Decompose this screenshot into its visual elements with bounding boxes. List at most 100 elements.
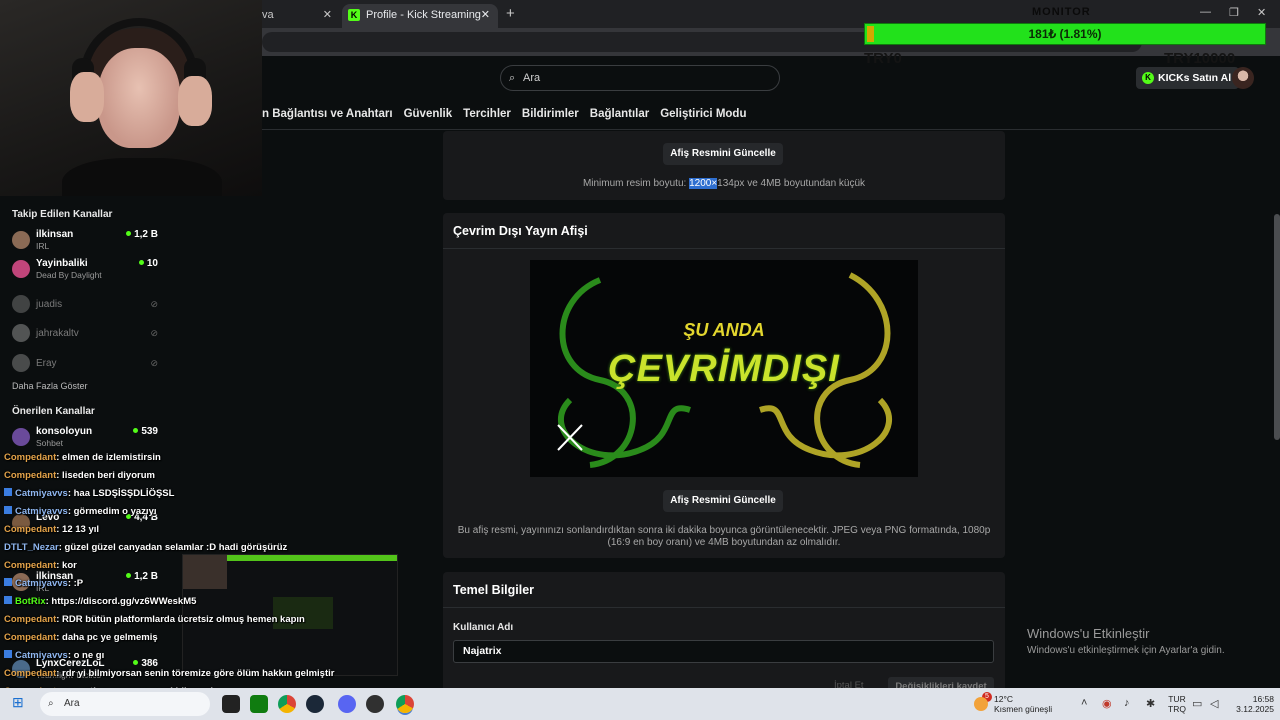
minimize-icon[interactable]: — <box>1200 6 1211 18</box>
steam-icon[interactable] <box>306 695 324 713</box>
bluetooth-icon[interactable]: ✱ <box>1146 697 1155 710</box>
weather-text: Kısmen güneşli <box>994 704 1053 714</box>
panel-divider <box>443 607 1005 608</box>
security-icon[interactable]: ◉ <box>1102 697 1112 710</box>
chat-message: Compedant: elmen de izlemistirsin <box>4 452 161 463</box>
followed-channel[interactable]: jahrakaltv ⊘ <box>12 322 162 346</box>
chat-username[interactable]: Catmiyavvs <box>15 650 68 661</box>
chat-badge-icon <box>4 578 12 586</box>
windows-activation-watermark: Windows'u Etkinleştir Windows'u etkinleş… <box>1027 626 1225 656</box>
browser-tab-previous[interactable]: va ✕ <box>254 4 340 28</box>
browser-tab-active[interactable]: K Profile - Kick Streaming ✕ <box>342 4 498 28</box>
tab-title-previous: va <box>262 9 274 21</box>
chat-username[interactable]: Compedant <box>4 668 56 679</box>
channel-avatar <box>12 324 30 342</box>
chrome-icon[interactable] <box>278 695 296 713</box>
taskbar-search[interactable]: ⌕ Ara <box>40 692 210 716</box>
buy-kicks-button[interactable]: K KICKs Satın Al <box>1136 67 1240 89</box>
tab-stream-key[interactable]: n Bağlantısı ve Anahtarı <box>262 100 393 128</box>
weather-widget[interactable]: 12°C Kısmen güneşli <box>994 694 1052 714</box>
followed-channel[interactable]: ilkinsan IRL 1,2 B <box>12 229 162 253</box>
chat-username[interactable]: Catmiyavvs <box>15 578 68 589</box>
user-avatar[interactable] <box>1232 67 1254 89</box>
lang-line1: TUR <box>1168 694 1186 704</box>
chat-username[interactable]: Compedant <box>4 614 56 625</box>
clock-time: 16:58 <box>1252 694 1274 704</box>
chat-message: BotRix: https://discord.gg/vz6WWeskM5 <box>4 596 196 607</box>
offline-banner-image: ŞU ANDA ÇEVRİMDIŞI <box>530 260 918 477</box>
chat-username[interactable]: Compedant <box>4 560 56 571</box>
chat-username[interactable]: Compedant <box>4 524 56 535</box>
chat-username[interactable]: DTLT_Nezar <box>4 542 59 553</box>
chat-username[interactable]: Compedant <box>4 452 56 463</box>
channel-name: Eray <box>36 358 57 369</box>
chat-username[interactable]: BotRix <box>15 596 46 607</box>
basic-info-title: Temel Bilgiler <box>453 583 535 597</box>
min-size-selected: 1200× <box>689 178 718 189</box>
followed-channel[interactable]: juadis ⊘ <box>12 293 162 317</box>
obs-icon[interactable] <box>366 695 384 713</box>
tab-connections[interactable]: Bağlantılar <box>590 100 649 128</box>
min-size-prefix: Minimum resim boyutu: <box>582 178 690 189</box>
camera-off-icon: ⊘ <box>150 328 158 338</box>
microphone-icon[interactable]: ♪ <box>1124 697 1130 709</box>
followed-channels-title: Takip Edilen Kanallar <box>12 209 113 220</box>
tab-developer-mode[interactable]: Geliştirici Modu <box>660 100 746 128</box>
taskbar-search-text: Ara <box>64 698 80 709</box>
chat-message: Compedant: kor <box>4 560 77 571</box>
channel-viewers: 1,2 B <box>126 571 158 582</box>
search-icon: ⌕ <box>509 72 516 84</box>
min-size-suffix: 134px ve 4MB boyutundan küçük <box>717 178 866 189</box>
tab-preferences[interactable]: Tercihler <box>463 100 511 128</box>
volume-icon[interactable]: ◁ <box>1210 697 1218 710</box>
followed-channel[interactable]: Eray ⊘ <box>12 352 162 376</box>
channel-category: Sohbet <box>36 438 63 448</box>
tab-notifications[interactable]: Bildirimler <box>522 100 579 128</box>
camera-off-icon: ⊘ <box>150 299 158 309</box>
channel-name: ilkinsan <box>36 229 74 240</box>
banner-min-size-text: Minimum resim boyutu: 1200×134px ve 4MB … <box>443 178 1005 190</box>
page-scrollbar[interactable] <box>1274 214 1280 440</box>
network-icon[interactable]: ▭ <box>1192 697 1202 710</box>
epic-games-icon[interactable] <box>222 695 240 713</box>
chrome-active-icon[interactable] <box>396 695 414 713</box>
update-banner-button[interactable]: Afiş Resmini Güncelle <box>663 143 783 165</box>
username-field[interactable]: Najatrix <box>453 640 994 663</box>
panel-divider <box>443 248 1005 249</box>
chat-username[interactable]: Compedant <box>4 470 56 481</box>
windows-taskbar: ⊞ ⌕ Ara 5 12°C Kısmen güneşli ˄ ◉ ♪ ✱ TU… <box>0 688 1280 720</box>
chevron-up-icon[interactable]: ˄ <box>1081 697 1087 709</box>
channel-viewers: 10 <box>139 258 158 269</box>
xbox-icon[interactable] <box>250 695 268 713</box>
chat-message: Catmiyavvs: görmedim o yazıyı <box>4 506 157 517</box>
buy-kicks-label: KICKs Satın Al <box>1158 72 1232 84</box>
chat-badge-icon <box>4 488 12 496</box>
chat-message: Compedant: RDR bütün platformlarda ücret… <box>4 614 305 625</box>
maximize-icon[interactable]: ❐ <box>1229 6 1239 19</box>
weather-icon[interactable] <box>974 697 988 711</box>
tab-close-icon[interactable]: ✕ <box>323 4 332 26</box>
chat-username[interactable]: Catmiyavvs <box>15 488 68 499</box>
windows-start-icon[interactable]: ⊞ <box>12 694 24 711</box>
channel-category: Dead By Daylight <box>36 270 102 280</box>
show-more-link[interactable]: Daha Fazla Göster <box>12 381 88 391</box>
new-tab-icon[interactable]: + <box>506 5 515 22</box>
chat-message: Compedant: liseden beri diyorum <box>4 470 155 481</box>
chat-username[interactable]: Catmiyavvs <box>15 506 68 517</box>
chat-text: : kor <box>56 560 77 571</box>
window-close-icon[interactable]: ✕ <box>1257 6 1266 19</box>
chat-username[interactable]: Compedant <box>4 632 56 643</box>
followed-channel[interactable]: Yayinbaliki Dead By Daylight 10 <box>12 258 162 282</box>
tab-close-icon[interactable]: ✕ <box>481 4 490 26</box>
chat-text: : https://discord.gg/vz6WWeskM5 <box>45 596 197 607</box>
update-offline-banner-button[interactable]: Afiş Resmini Güncelle <box>663 490 783 512</box>
clock[interactable]: 16:58 3.12.2025 <box>1228 694 1274 714</box>
windows-activation-title: Windows'u Etkinleştir <box>1027 626 1150 641</box>
tab-security[interactable]: Güvenlik <box>404 100 453 128</box>
recommended-channel[interactable]: konsoloyun Sohbet 539 <box>12 426 162 450</box>
camera-off-icon: ⊘ <box>150 358 158 368</box>
chat-text: : liseden beri diyorum <box>56 470 155 481</box>
search-input[interactable]: ⌕ Ara <box>500 65 780 91</box>
discord-icon[interactable] <box>338 695 356 713</box>
language-indicator[interactable]: TUR TRQ <box>1168 694 1186 714</box>
